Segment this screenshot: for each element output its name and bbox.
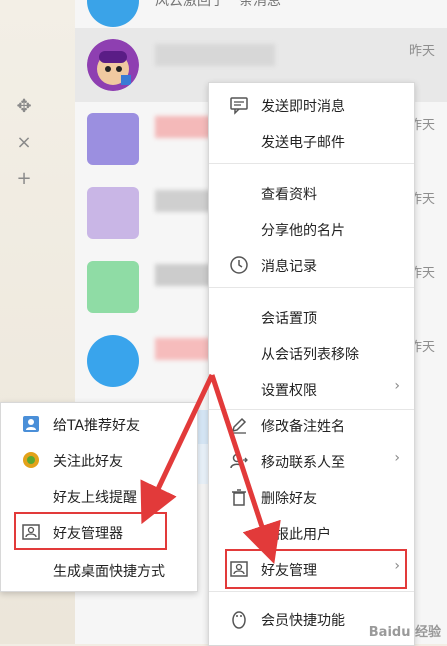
watermark: Baidu 经验 (368, 625, 441, 640)
annotation-arrows (140, 373, 281, 564)
arrow-to-friend-management (209, 374, 281, 564)
arrow-to-friend-manager (140, 373, 215, 525)
